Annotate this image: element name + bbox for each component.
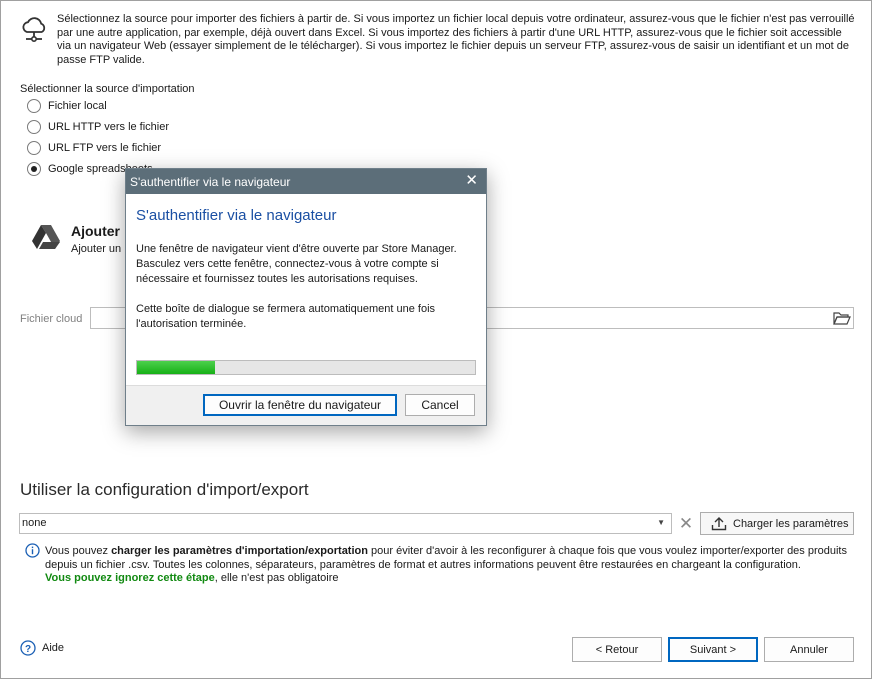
dialog-footer: Ouvrir la fenêtre du navigateur Cancel xyxy=(126,385,486,425)
info-text: Vous pouvez charger les paramètres d'imp… xyxy=(45,545,855,586)
radio-local-file[interactable]: Fichier local xyxy=(27,98,107,114)
top-info-text: Sélectionnez la source pour importer des… xyxy=(57,13,855,66)
radio-button[interactable] xyxy=(27,99,41,113)
next-button[interactable]: Suivant > xyxy=(668,637,758,662)
info-text-bold: charger les paramètres d'importation/exp… xyxy=(111,545,368,557)
dropdown-arrow-icon[interactable]: ▼ xyxy=(657,518,665,527)
dialog-paragraph: Cette boîte de dialogue se fermera autom… xyxy=(136,303,436,330)
radio-label: URL HTTP vers le fichier xyxy=(48,121,170,133)
config-select-value: none xyxy=(22,517,47,529)
config-select[interactable]: none ▼ xyxy=(19,513,672,534)
radio-http-url[interactable]: URL HTTP vers le fichier xyxy=(27,119,169,135)
config-title: Utiliser la configuration d'import/expor… xyxy=(20,480,309,499)
dialog-body: Une fenêtre de navigateur vient d'être o… xyxy=(136,242,476,347)
load-settings-label: Charger les paramètres xyxy=(733,517,849,530)
dialog-cancel-button[interactable]: Cancel xyxy=(405,394,475,416)
open-browser-button[interactable]: Ouvrir la fenêtre du navigateur xyxy=(203,394,397,416)
radio-label: Fichier local xyxy=(48,100,107,112)
progress-bar xyxy=(136,360,476,375)
info-text-part: , elle n'est pas obligatoire xyxy=(214,572,339,584)
google-drive-icon xyxy=(32,225,60,249)
source-label: Sélectionner la source d'importation xyxy=(20,83,195,95)
next-button-label: Suivant > xyxy=(689,643,737,656)
radio-button[interactable] xyxy=(27,120,41,134)
load-settings-button[interactable]: Charger les paramètres xyxy=(700,512,854,535)
dialog-title-bar: S'authentifier via le navigateur ✕ xyxy=(126,169,486,194)
open-browser-label: Ouvrir la fenêtre du navigateur xyxy=(218,398,382,412)
add-section-subtitle: Ajouter un xyxy=(71,243,122,255)
back-button[interactable]: < Retour xyxy=(572,637,662,662)
upload-icon xyxy=(711,517,727,531)
radio-button[interactable] xyxy=(27,162,41,176)
radio-label: URL FTP vers le fichier xyxy=(48,142,162,154)
help-link[interactable]: ? Aide xyxy=(20,640,64,656)
clear-icon[interactable]: ✕ xyxy=(677,515,695,533)
dialog-window-title: S'authentifier via le navigateur xyxy=(130,174,291,189)
cancel-button[interactable]: Annuler xyxy=(764,637,854,662)
cloud-file-label: Fichier cloud xyxy=(20,313,83,325)
dialog-cancel-label: Cancel xyxy=(421,398,459,412)
back-button-label: < Retour xyxy=(595,643,639,656)
progress-fill xyxy=(137,361,215,374)
radio-ftp-url[interactable]: URL FTP vers le fichier xyxy=(27,140,161,156)
radio-button[interactable] xyxy=(27,141,41,155)
folder-open-icon[interactable] xyxy=(833,310,851,326)
add-section-title: Ajouter xyxy=(71,223,120,239)
help-icon: ? xyxy=(20,640,36,656)
auth-dialog: S'authentifier via le navigateur ✕ S'aut… xyxy=(125,168,487,426)
help-label: Aide xyxy=(42,642,65,654)
info-text-green: Vous pouvez ignorez cette étape xyxy=(45,572,215,584)
close-icon[interactable]: ✕ xyxy=(465,173,478,188)
info-icon xyxy=(25,543,40,558)
svg-text:?: ? xyxy=(25,644,31,655)
info-text-part: Vous pouvez xyxy=(45,545,112,557)
cloud-network-icon xyxy=(22,17,46,42)
dialog-heading: S'authentifier via le navigateur xyxy=(136,207,337,224)
dialog-paragraph: Une fenêtre de navigateur vient d'être o… xyxy=(136,243,457,285)
import-wizard-window: Sélectionnez la source pour importer des… xyxy=(0,0,872,679)
cancel-button-label: Annuler xyxy=(790,643,828,656)
